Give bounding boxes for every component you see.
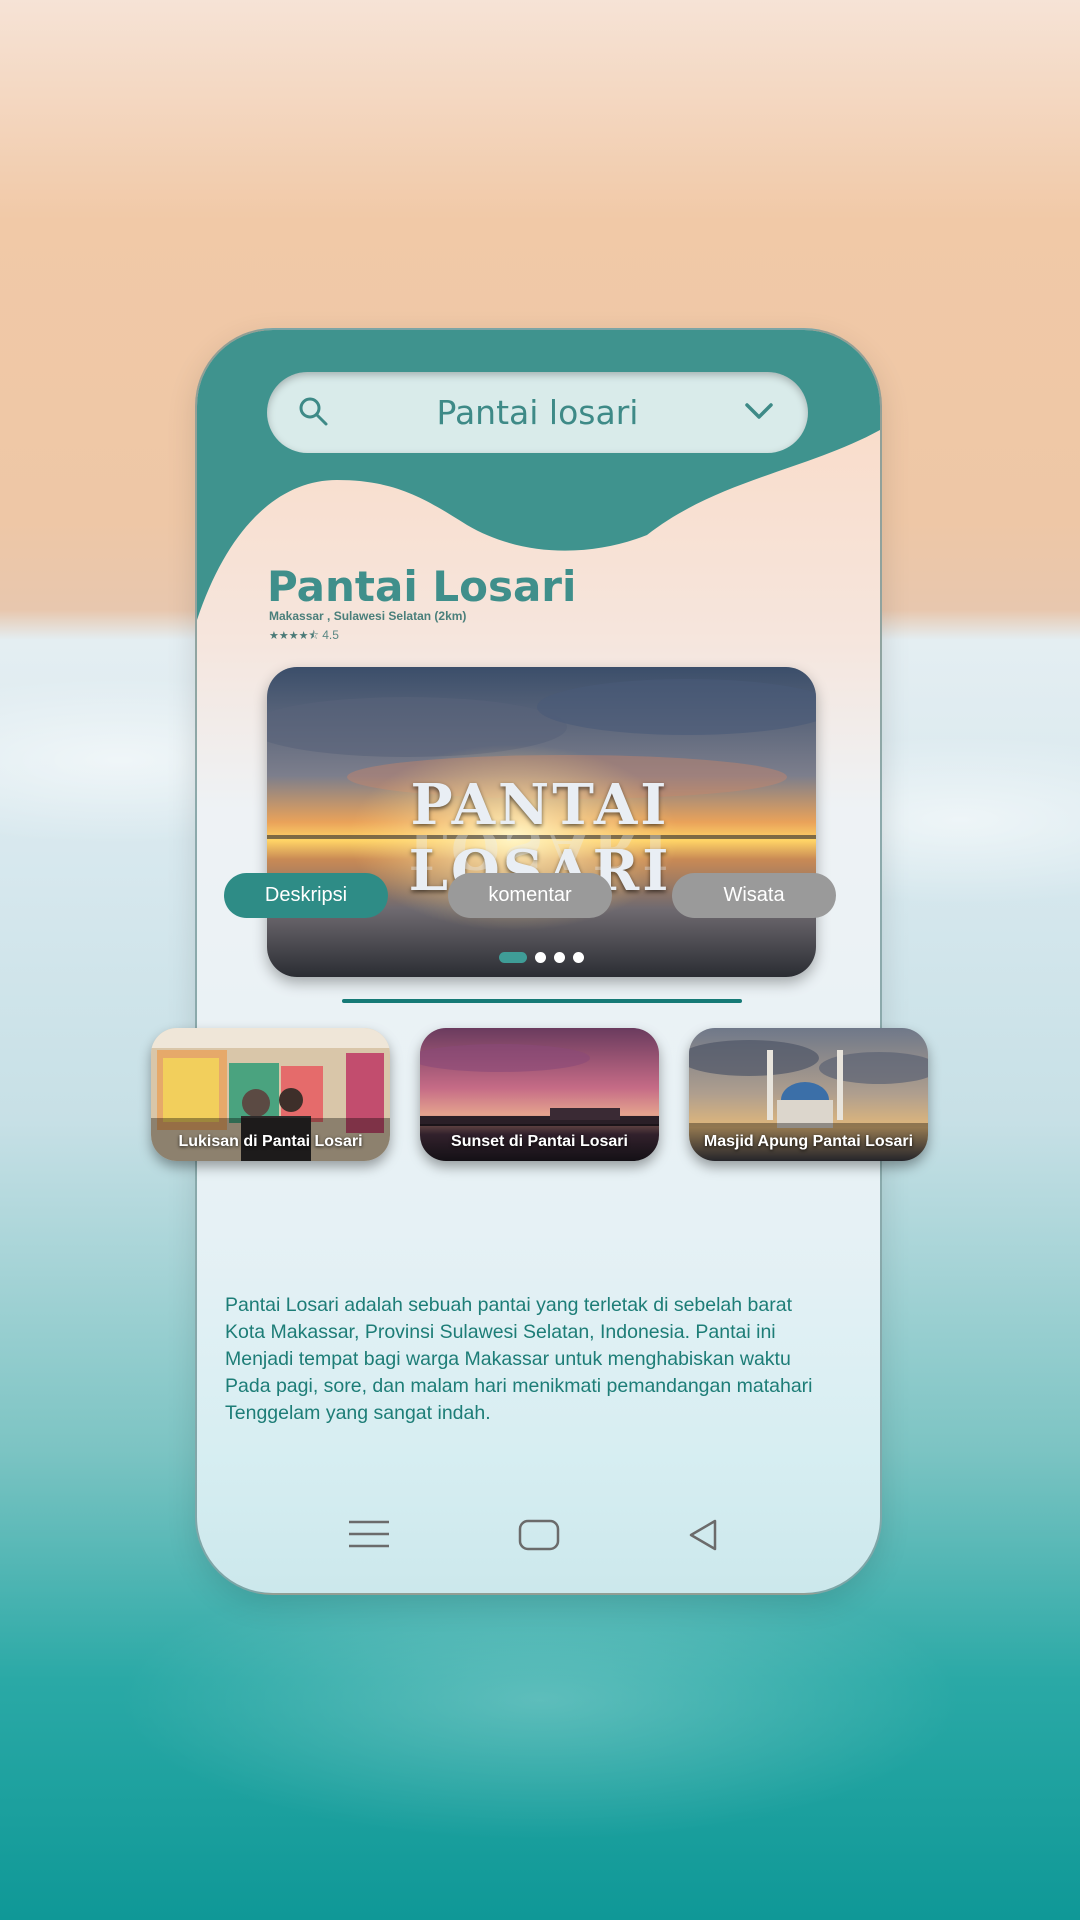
carousel-dot[interactable] (554, 952, 565, 963)
gallery-card-label: Sunset di Pantai Losari (451, 1133, 628, 1150)
hero-carousel[interactable]: PANTAI LOSARI PANTAI LOSARI (267, 667, 816, 977)
description-text: Pantai Losari adalah sebuah pantai yang … (225, 1292, 865, 1427)
description-line: Menjadi tempat bagi warga Makassar untuk… (225, 1348, 791, 1370)
menu-icon[interactable] (347, 1518, 391, 1550)
gallery-card-sunset[interactable]: Sunset di Pantai Losari (420, 1028, 659, 1161)
tab-wisata[interactable]: Wisata (672, 873, 836, 918)
rating-stars: ★★★★⯪ (269, 630, 319, 642)
carousel-dot[interactable] (535, 952, 546, 963)
rating-value: 4.5 (322, 628, 339, 642)
tab-komentar[interactable]: komentar (448, 873, 612, 918)
gallery-card-label: Lukisan di Pantai Losari (178, 1133, 363, 1150)
section-divider (342, 999, 742, 1003)
carousel-dot-active[interactable] (499, 952, 527, 963)
description-line: Pada pagi, sore, dan malam hari menikmat… (225, 1375, 813, 1397)
carousel-dot[interactable] (573, 952, 584, 963)
tab-deskripsi[interactable]: Deskripsi (224, 873, 388, 918)
hero-sign-reflection: PANTAI LOSARI (408, 835, 672, 875)
chevron-down-icon[interactable] (744, 400, 774, 422)
place-title: Pantai Losari (267, 562, 577, 611)
home-icon[interactable] (517, 1518, 561, 1552)
gallery-card-masjid[interactable]: Masjid Apung Pantai Losari (689, 1028, 928, 1161)
carousel-indicator (267, 952, 816, 963)
place-location: Makassar , Sulawesi Selatan (2km) (269, 609, 467, 623)
place-rating: ★★★★⯪ 4.5 (269, 627, 339, 646)
gallery-card-lukisan[interactable]: Lukisan di Pantai Losari (151, 1028, 390, 1161)
description-line: Pantai Losari adalah sebuah pantai yang … (225, 1294, 792, 1316)
description-line: Kota Makassar, Provinsi Sulawesi Selatan… (225, 1321, 776, 1343)
gallery-card-label: Masjid Apung Pantai Losari (703, 1133, 914, 1150)
phone-frame: Pantai losari Pantai Losari Makassar , S… (195, 328, 882, 1595)
description-line: Tenggelam yang sangat indah. (225, 1402, 491, 1424)
search-input[interactable]: Pantai losari (267, 393, 808, 432)
search-bar[interactable]: Pantai losari (267, 372, 808, 453)
back-icon[interactable] (687, 1518, 721, 1552)
